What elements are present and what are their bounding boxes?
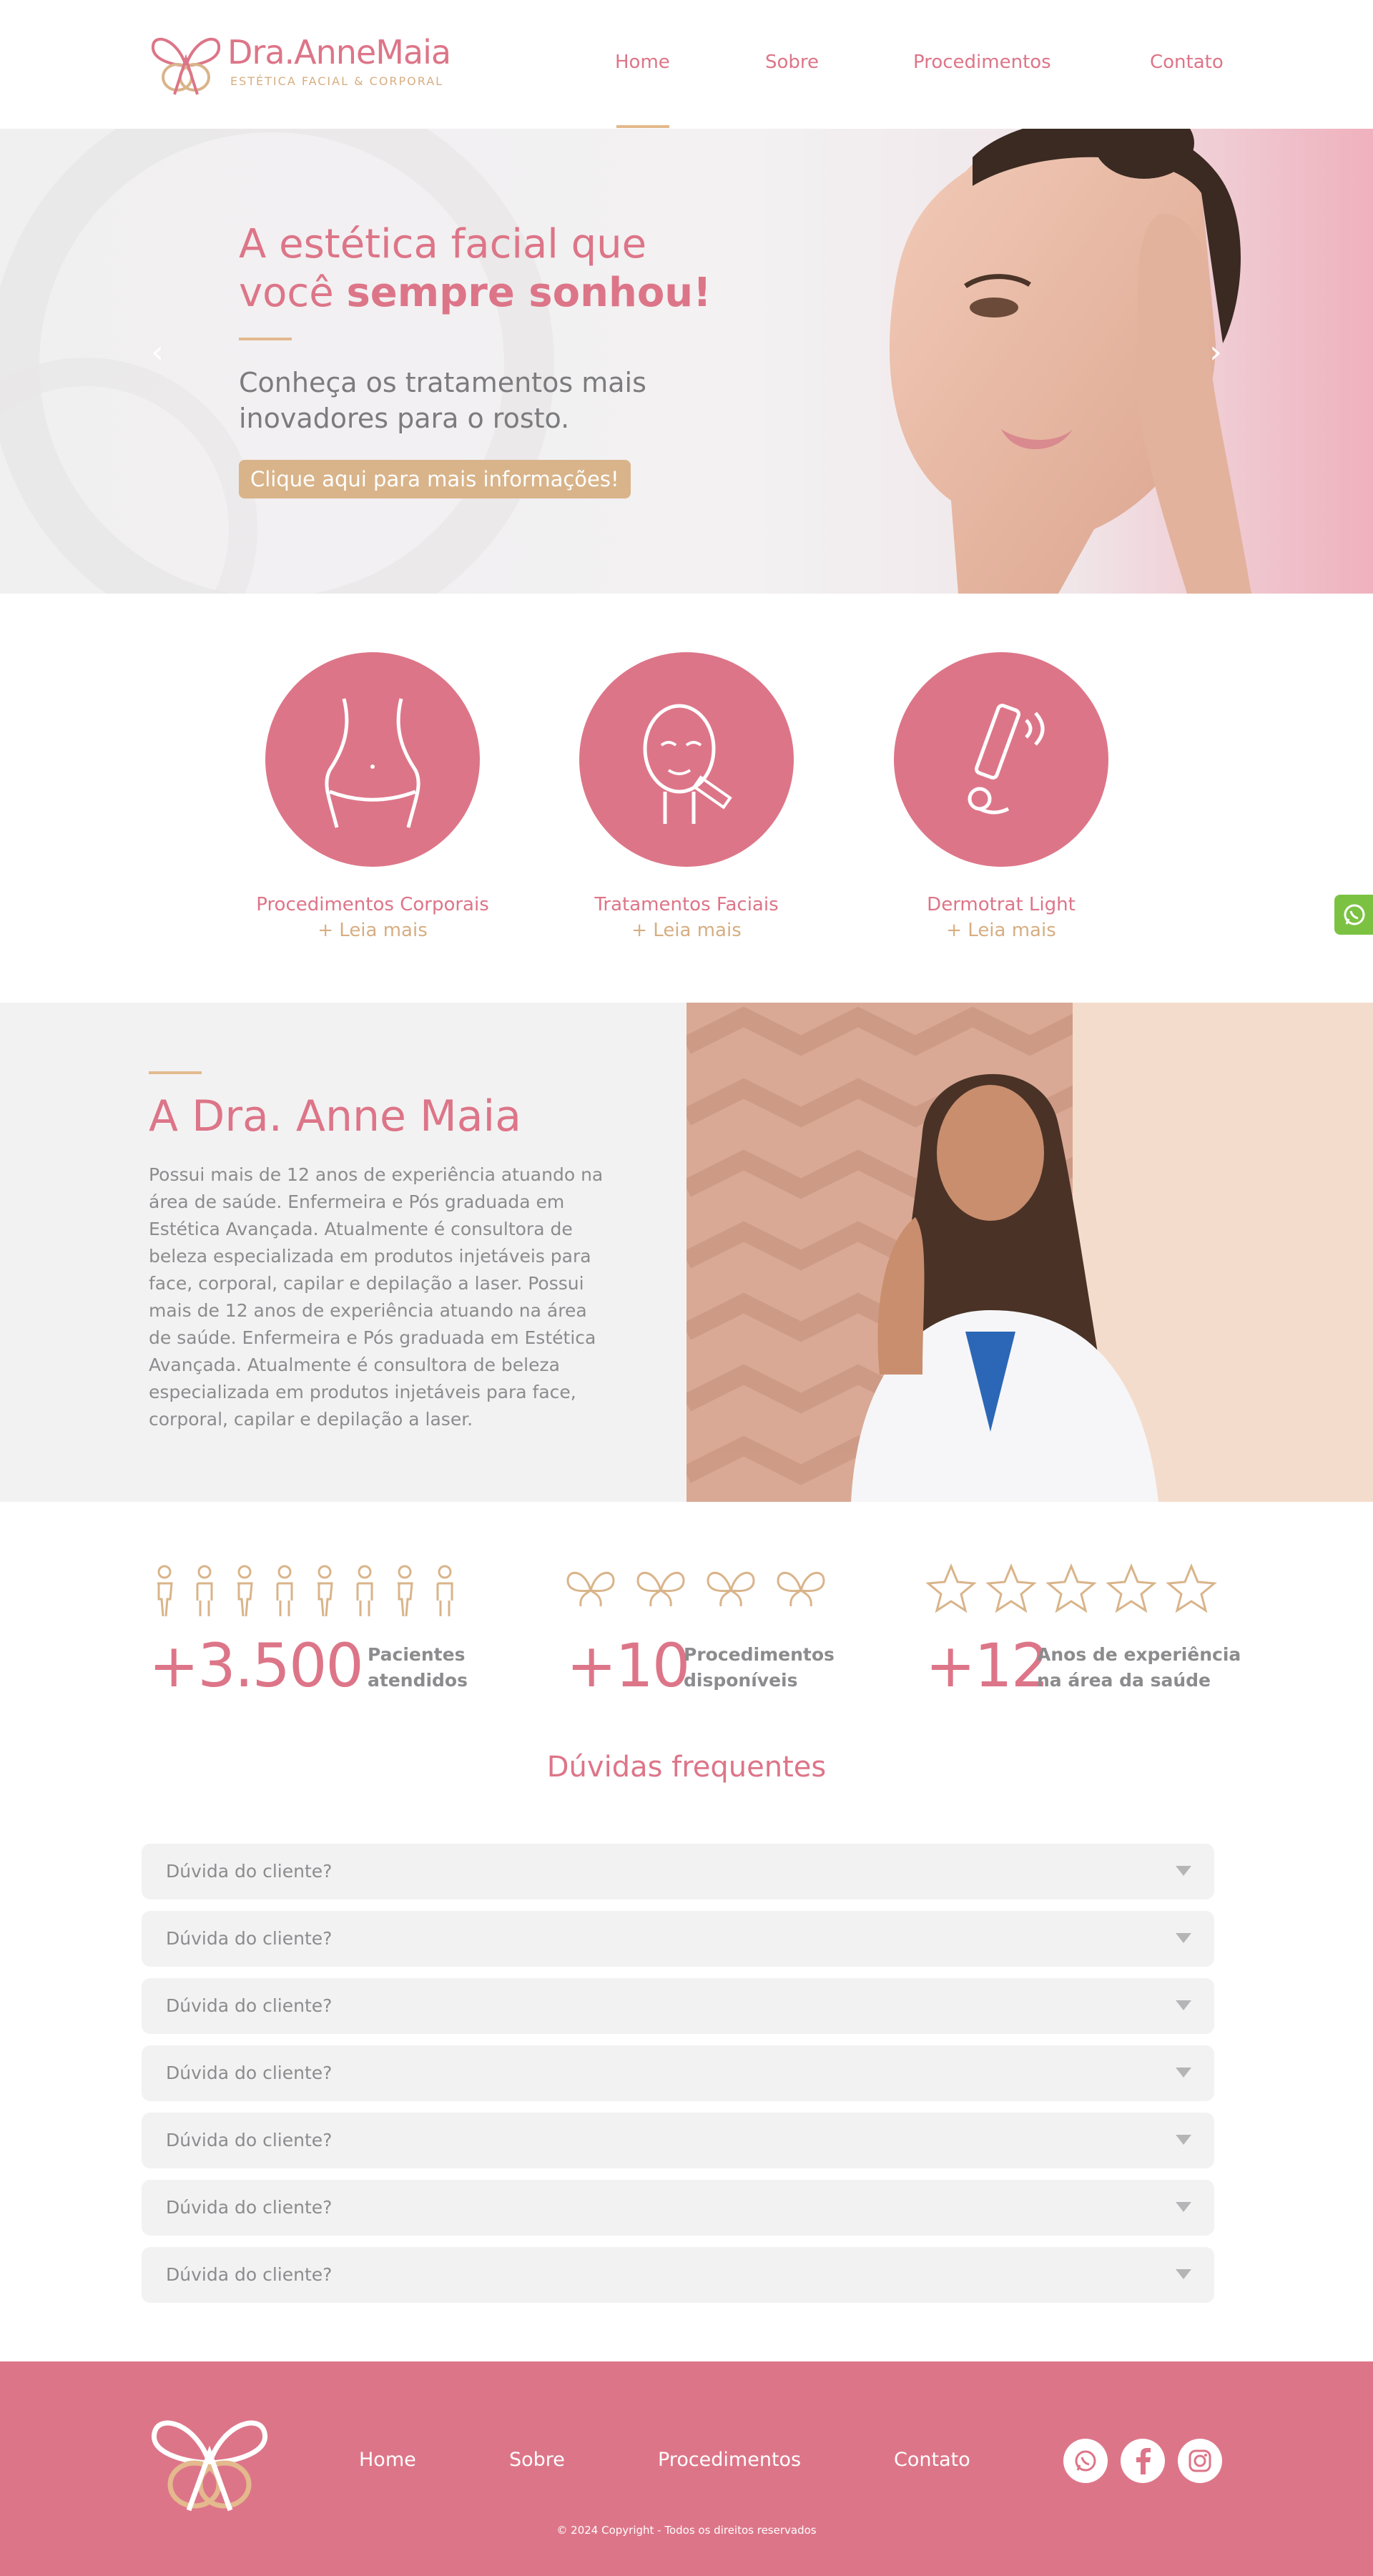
chevron-left-icon[interactable]: ‹ (144, 337, 170, 368)
whatsapp-icon (1075, 2450, 1096, 2472)
faq-item[interactable]: Dúvida do cliente? (142, 1911, 1214, 1967)
nav-procedimentos[interactable]: Procedimentos (913, 51, 1051, 73)
chevron-right-icon[interactable]: › (1203, 337, 1229, 368)
faq-item[interactable]: Dúvida do cliente? (142, 2180, 1214, 2236)
site-footer: Home Sobre Procedimentos Contato © 2024 … (0, 2361, 1373, 2576)
active-nav-indicator (616, 125, 669, 128)
faq-question: Dúvida do cliente? (166, 1928, 333, 1949)
caret-down-icon[interactable] (1176, 2068, 1191, 2078)
stat-procedures-number: +10 (566, 1631, 690, 1701)
footer-nav-sobre[interactable]: Sobre (509, 2449, 565, 2471)
caret-down-icon[interactable] (1176, 2000, 1191, 2010)
stat-experience-number: +12 (925, 1631, 1049, 1701)
stat-patients-label-line2: atendidos (368, 1670, 468, 1691)
faq-item[interactable]: Dúvida do cliente? (142, 2045, 1214, 2101)
caret-down-icon[interactable] (1176, 2269, 1191, 2279)
stat-experience-label-line2: na área da saúde (1037, 1670, 1211, 1691)
caret-down-icon[interactable] (1176, 2135, 1191, 2145)
footer-nav-contato[interactable]: Contato (894, 2449, 970, 2471)
nav-home[interactable]: Home (615, 51, 670, 73)
footer-instagram-button[interactable] (1178, 2439, 1222, 2483)
stat-procedures-label-line2: disponíveis (684, 1670, 798, 1691)
faq-item[interactable]: Dúvida do cliente? (142, 2247, 1214, 2303)
logo-subtitle: ESTÉTICA FACIAL & CORPORAL (230, 74, 444, 88)
caret-down-icon[interactable] (1176, 1866, 1191, 1876)
faq-title: Dúvidas frequentes (546, 1751, 827, 1784)
star-icon-row (925, 1563, 1217, 1613)
faq-item[interactable]: Dúvida do cliente? (142, 2113, 1214, 2168)
stat-patients-number: +3.500 (149, 1631, 364, 1701)
butterfly-icon-row (566, 1571, 825, 1607)
about-section: A Dra. Anne Maia Possui mais de 12 anos … (0, 1003, 1373, 1502)
hero-subtitle: Conheça os tratamentos mais inovadores p… (239, 367, 646, 434)
instagram-icon (1189, 2449, 1211, 2472)
about-text: Possui mais de 12 anos de experiência at… (149, 1164, 604, 1430)
service-title-face[interactable]: Tratamentos Faciais (522, 894, 851, 915)
footer-whatsapp-button[interactable] (1063, 2439, 1108, 2483)
footer-facebook-button[interactable] (1121, 2439, 1165, 2483)
service-title-laser[interactable]: Dermotrat Light (837, 894, 1166, 915)
faq-question: Dúvida do cliente? (166, 2197, 333, 2218)
faq-question: Dúvida do cliente? (166, 2264, 333, 2285)
stat-procedures-label: Procedimentos disponíveis (684, 1642, 835, 1693)
faq-item[interactable]: Dúvida do cliente? (142, 1978, 1214, 2034)
hero-banner: A estética facial que você sempre sonhou… (0, 129, 1373, 594)
faq-question: Dúvida do cliente? (166, 1861, 333, 1882)
stat-patients-label-line1: Pacientes (368, 1644, 466, 1665)
whatsapp-float-button[interactable] (1334, 895, 1373, 935)
butterfly-logo-icon[interactable] (149, 31, 223, 96)
service-laser-circle[interactable] (894, 652, 1108, 867)
footer-nav-home[interactable]: Home (359, 2449, 416, 2471)
service-more-laser[interactable]: + Leia mais (837, 920, 1166, 941)
service-face-circle[interactable] (579, 652, 794, 867)
nav-contato[interactable]: Contato (1150, 51, 1224, 73)
hero-title: A estética facial que você sempre sonhou… (239, 220, 768, 318)
copyright-text: © 2024 Copyright - Todos os direitos res… (556, 2524, 817, 2537)
caret-down-icon[interactable] (1176, 2202, 1191, 2212)
faq-question: Dúvida do cliente? (166, 2130, 333, 2150)
nav-sobre[interactable]: Sobre (765, 51, 819, 73)
service-body-circle[interactable] (265, 652, 480, 867)
service-more-face[interactable]: + Leia mais (522, 920, 851, 941)
face-injection-icon (643, 704, 732, 824)
stat-procedures-label-line1: Procedimentos (684, 1644, 835, 1665)
hero-cta-button[interactable]: Clique aqui para mais informações! (239, 460, 631, 498)
service-title-body[interactable]: Procedimentos Corporais (208, 894, 537, 915)
faq-question: Dúvida do cliente? (166, 2063, 333, 2083)
facebook-icon (1136, 2448, 1151, 2474)
about-divider (149, 1071, 202, 1074)
caret-down-icon[interactable] (1176, 1933, 1191, 1943)
service-more-body[interactable]: + Leia mais (208, 920, 537, 941)
hero-title-line2: você (239, 270, 347, 316)
doctor-photo (686, 1003, 1373, 1502)
laser-device-icon (968, 704, 1045, 815)
about-title: A Dra. Anne Maia (149, 1091, 521, 1141)
patients-icon-row (157, 1565, 453, 1617)
hero-divider (239, 338, 292, 340)
stat-experience-label-line1: Anos de experiência (1037, 1644, 1241, 1665)
stat-experience-label: Anos de experiência na área da saúde (1037, 1642, 1241, 1693)
logo-name[interactable]: Dra.AnneMaia (227, 33, 451, 72)
site-header: Dra.AnneMaia ESTÉTICA FACIAL & CORPORAL … (0, 0, 1373, 129)
hero-background-pattern (0, 129, 554, 594)
body-waist-icon (325, 698, 420, 828)
stat-patients-label: Pacientes atendidos (368, 1642, 468, 1693)
hero-woman-photo (889, 129, 1251, 594)
hero-title-line1: A estética facial que (239, 221, 647, 267)
footer-nav-procedimentos[interactable]: Procedimentos (658, 2449, 801, 2471)
footer-logo-icon[interactable] (149, 2410, 270, 2513)
hero-title-emphasis: sempre sonhou! (346, 270, 712, 316)
faq-question: Dúvida do cliente? (166, 1995, 333, 2016)
faq-item[interactable]: Dúvida do cliente? (142, 1844, 1214, 1899)
whatsapp-icon (1344, 904, 1365, 925)
